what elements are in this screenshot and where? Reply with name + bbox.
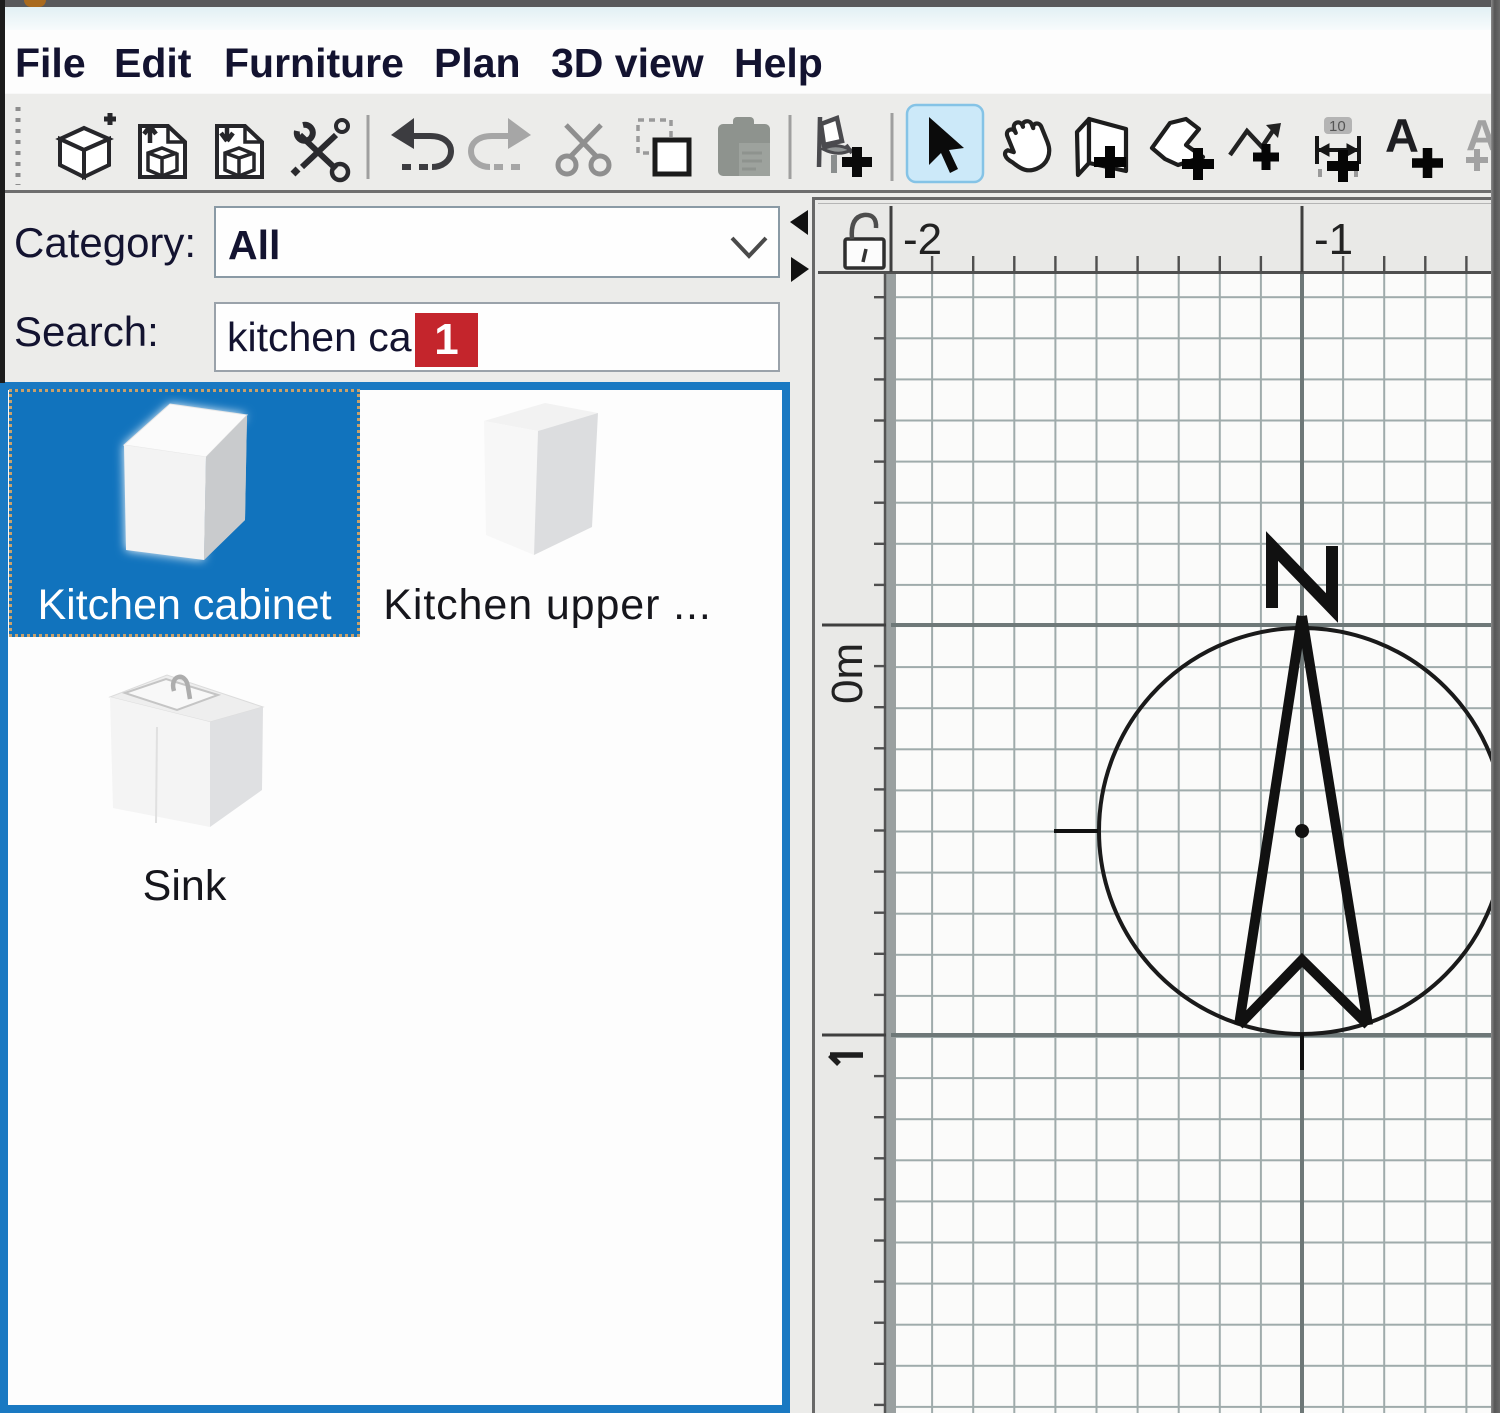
svg-text:10: 10 xyxy=(1329,118,1346,135)
svg-text:-1: -1 xyxy=(1314,215,1353,264)
svg-text:A: A xyxy=(1385,109,1419,162)
svg-text:0m: 0m xyxy=(823,643,872,704)
svg-text:-2: -2 xyxy=(903,215,942,264)
